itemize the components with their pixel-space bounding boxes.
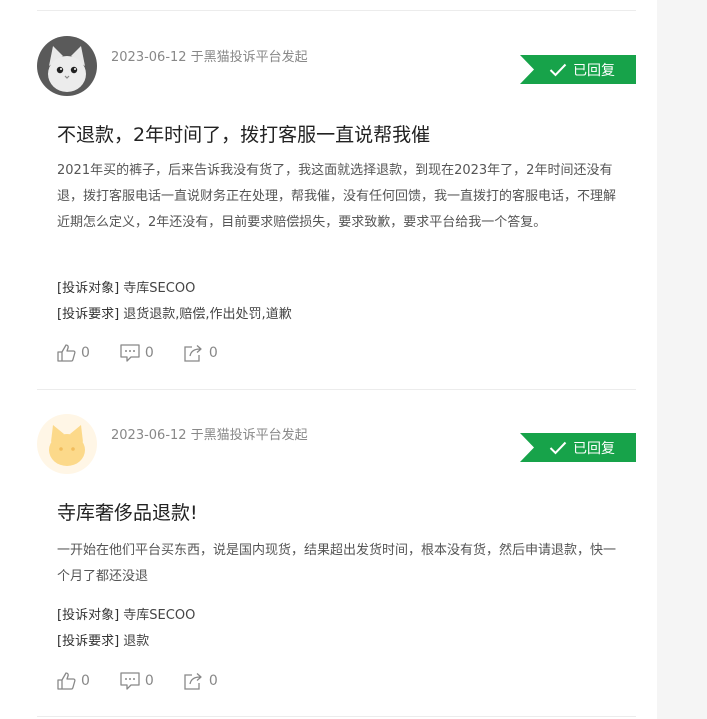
demand-label: [投诉要求] (57, 634, 120, 649)
replied-badge: 已回复 (520, 433, 636, 462)
check-icon (549, 63, 567, 76)
divider (37, 716, 636, 717)
demand-label: [投诉要求] (57, 307, 120, 322)
like-count: 0 (81, 673, 90, 689)
share-count: 0 (208, 345, 218, 361)
complaint-card[interactable]: 2023-06-12 于黑猫投诉平台发起 已回复 寺库奢侈品退款! 一开始在他们… (37, 414, 636, 714)
divider (37, 10, 636, 11)
share-icon (184, 673, 202, 690)
like-button[interactable]: 0 (57, 672, 90, 690)
complaint-title[interactable]: 寺库奢侈品退款! (57, 498, 198, 525)
comment-count: 0 (144, 673, 154, 689)
check-icon (549, 441, 567, 454)
avatar[interactable] (37, 36, 97, 96)
demand-value: 退款 (123, 634, 150, 649)
complaint-target: [投诉对象] 寺库SECOO (57, 604, 195, 623)
demand-value: 退货退款,赔偿,作出处罚,道歉 (123, 307, 292, 322)
share-count: 0 (208, 673, 218, 689)
thumbs-up-icon (57, 672, 76, 690)
comment-button[interactable]: 0 (120, 344, 154, 362)
complaint-card[interactable]: 2023-06-12 于黑猫投诉平台发起 已回复 不退款，2年时间了，拨打客服一… (37, 36, 636, 388)
like-count: 0 (81, 345, 90, 361)
complaint-description: 2021年买的裤子，后来告诉我没有货了，我这面就选择退款，到现在2023年了，2… (57, 163, 617, 230)
share-icon (184, 345, 202, 362)
share-button[interactable]: 0 (184, 672, 218, 690)
badge-label: 已回复 (573, 440, 615, 457)
yellow-cat-avatar-icon (37, 414, 97, 474)
complaint-title[interactable]: 不退款，2年时间了，拨打客服一直说帮我催 (57, 120, 430, 147)
complaint-description: 一开始在他们平台买东西，说是国内现货，结果超出发货时间，根本没有货，然后申请退款… (57, 543, 617, 584)
post-meta: 2023-06-12 于黑猫投诉平台发起 (111, 428, 308, 443)
badge-label: 已回复 (573, 62, 615, 79)
comment-button[interactable]: 0 (120, 672, 154, 690)
action-bar: 0 0 0 (57, 344, 248, 362)
target-label: [投诉对象] (57, 281, 120, 296)
complaint-demand: [投诉要求] 退款 (57, 630, 149, 649)
post-meta: 2023-06-12 于黑猫投诉平台发起 (111, 50, 308, 65)
thumbs-up-icon (57, 344, 76, 362)
complaint-demand: [投诉要求] 退货退款,赔偿,作出处罚,道歉 (57, 303, 292, 322)
like-button[interactable]: 0 (57, 344, 90, 362)
comment-icon (120, 672, 140, 690)
target-value[interactable]: 寺库SECOO (123, 281, 195, 296)
comment-icon (120, 344, 140, 362)
target-value[interactable]: 寺库SECOO (123, 608, 195, 623)
target-label: [投诉对象] (57, 608, 120, 623)
divider (37, 389, 636, 390)
avatar[interactable] (37, 414, 97, 474)
complaint-list: 2023-06-12 于黑猫投诉平台发起 已回复 不退款，2年时间了，拨打客服一… (0, 0, 657, 719)
grey-cat-avatar-icon (37, 36, 97, 96)
complaint-target: [投诉对象] 寺库SECOO (57, 277, 195, 296)
replied-badge: 已回复 (520, 55, 636, 84)
share-button[interactable]: 0 (184, 344, 218, 362)
action-bar: 0 0 0 (57, 672, 248, 690)
comment-count: 0 (144, 345, 154, 361)
